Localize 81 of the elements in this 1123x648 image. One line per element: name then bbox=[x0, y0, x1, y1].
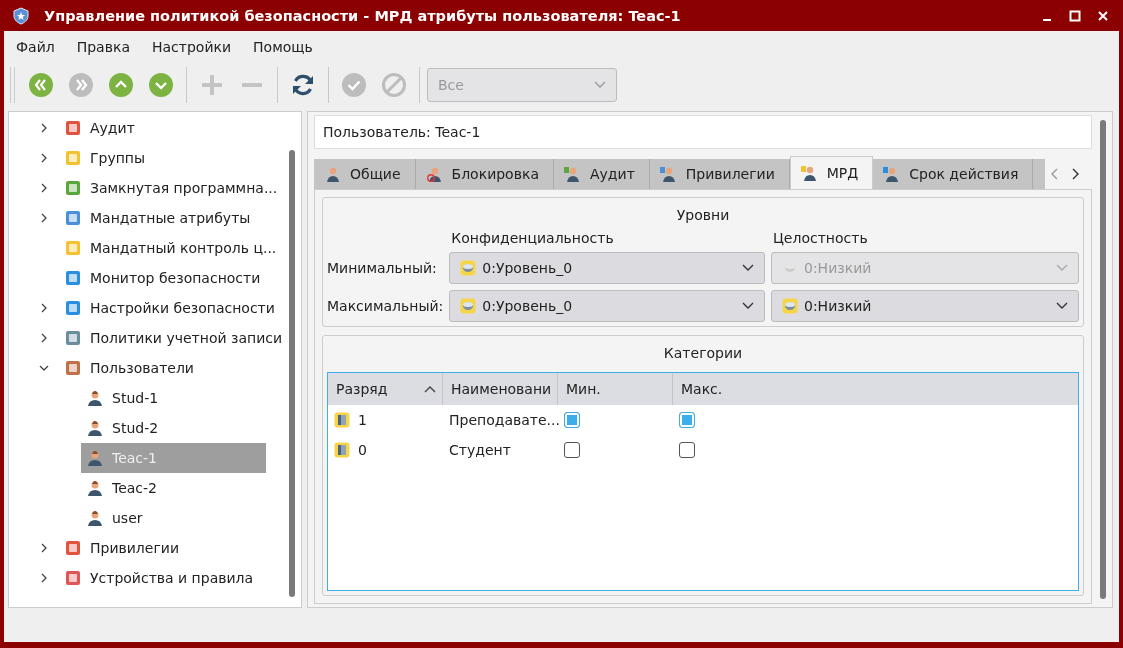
level-dropdown[interactable]: 0:Низкий bbox=[771, 290, 1079, 322]
database-icon bbox=[460, 298, 477, 314]
plus-icon bbox=[199, 72, 225, 98]
tree-item[interactable]: Замкнутая программна... bbox=[59, 173, 284, 203]
tree-item[interactable]: Монитор безопасности bbox=[59, 263, 267, 293]
sort-caret-icon bbox=[424, 385, 436, 393]
tree-item[interactable]: Аудит bbox=[59, 113, 141, 143]
category-icon bbox=[334, 412, 350, 428]
check-icon bbox=[341, 72, 367, 98]
tree-item[interactable]: Stud-1 bbox=[81, 383, 266, 413]
window-title: Управление политикой безопасности - МРД атрибуты пользователя: Teac-1 bbox=[44, 7, 682, 24]
level-dropdown[interactable]: 0:Уровень_0 bbox=[449, 252, 765, 284]
category-icon bbox=[334, 442, 350, 458]
tab[interactable]: Срок действия bbox=[873, 159, 1034, 189]
person-icon bbox=[87, 480, 103, 496]
person-icon bbox=[87, 450, 103, 466]
table-cell: 0 bbox=[358, 442, 367, 458]
person-icon bbox=[425, 166, 442, 182]
menu-item[interactable]: Файл bbox=[16, 39, 55, 55]
checkbox[interactable] bbox=[679, 442, 695, 458]
group-title: Категории bbox=[662, 344, 744, 363]
minus-icon bbox=[242, 83, 262, 87]
tree-item[interactable]: Мандатные атрибуты bbox=[59, 203, 257, 233]
caret-icon bbox=[742, 264, 754, 272]
scrollbar[interactable] bbox=[1100, 120, 1106, 599]
user-field[interactable]: Пользователь: Teac-1 bbox=[314, 115, 1092, 149]
maximize-icon[interactable] bbox=[1069, 9, 1081, 22]
tree-item[interactable]: Настройки безопасности bbox=[59, 293, 281, 323]
level-dropdown[interactable]: 0:Уровень_0 bbox=[449, 290, 765, 322]
column-header[interactable]: Мин. bbox=[558, 373, 673, 405]
person-icon bbox=[87, 420, 103, 436]
cancel-icon bbox=[381, 72, 407, 98]
column-label: Конфиденциальность bbox=[450, 230, 615, 246]
scroll-right-icon[interactable] bbox=[1070, 167, 1081, 181]
close-icon[interactable] bbox=[1097, 9, 1109, 22]
caret-icon bbox=[594, 81, 606, 89]
menu-item[interactable]: Правка bbox=[76, 39, 130, 55]
tab[interactable]: Общие bbox=[314, 159, 416, 189]
shield-icon bbox=[12, 6, 30, 25]
tree-item[interactable]: Привилегии bbox=[59, 533, 185, 563]
caret-icon bbox=[742, 302, 754, 310]
tree-item[interactable]: Stud-2 bbox=[81, 413, 266, 443]
tree-item[interactable]: Политики учетной записи bbox=[59, 323, 289, 353]
tree-item[interactable]: Teac-2 bbox=[81, 473, 266, 503]
group-title: Уровни bbox=[675, 206, 731, 225]
column-label: Целостность bbox=[772, 230, 869, 246]
person-icon bbox=[324, 166, 340, 182]
checkbox[interactable] bbox=[564, 442, 580, 458]
row-label: Минимальный: bbox=[327, 260, 438, 276]
column-header[interactable]: Разряд bbox=[328, 373, 443, 405]
person-icon bbox=[87, 390, 103, 406]
person-icon bbox=[800, 165, 817, 181]
person-icon bbox=[883, 166, 900, 182]
tab[interactable]: МРД bbox=[789, 156, 874, 189]
column-header[interactable]: Наименовани bbox=[443, 373, 558, 405]
tree-item[interactable]: user bbox=[81, 503, 266, 533]
scrollbar[interactable] bbox=[289, 150, 295, 597]
tab[interactable]: Привилегии bbox=[649, 159, 790, 189]
caret-icon bbox=[1056, 264, 1068, 272]
tab[interactable]: Аудит bbox=[554, 159, 650, 189]
checkbox[interactable] bbox=[564, 412, 580, 428]
table-cell: Преподавате... bbox=[449, 412, 560, 428]
row-label: Максимальный: bbox=[327, 298, 444, 314]
database-icon bbox=[460, 260, 477, 276]
table-cell: Студент bbox=[449, 442, 511, 458]
person-icon bbox=[659, 166, 676, 182]
person-icon bbox=[87, 510, 103, 526]
tree-item[interactable]: Группы bbox=[59, 143, 152, 173]
tab[interactable]: Блокировка bbox=[415, 159, 554, 189]
person-icon bbox=[564, 166, 580, 182]
column-header[interactable]: Макс. bbox=[673, 373, 1078, 405]
tree-item[interactable]: Устройства и правила bbox=[59, 563, 260, 593]
tree-item[interactable]: Пользователи bbox=[59, 353, 200, 383]
caret-icon bbox=[1056, 302, 1068, 310]
checkbox[interactable] bbox=[679, 412, 695, 428]
menu-item[interactable]: Настройки bbox=[151, 39, 232, 55]
menu-item[interactable]: Помощь bbox=[253, 39, 313, 55]
database-icon bbox=[782, 298, 798, 314]
tree-item[interactable]: Мандатный контроль ц... bbox=[59, 233, 283, 263]
refresh-icon bbox=[290, 72, 316, 98]
table-cell: 1 bbox=[358, 412, 367, 428]
